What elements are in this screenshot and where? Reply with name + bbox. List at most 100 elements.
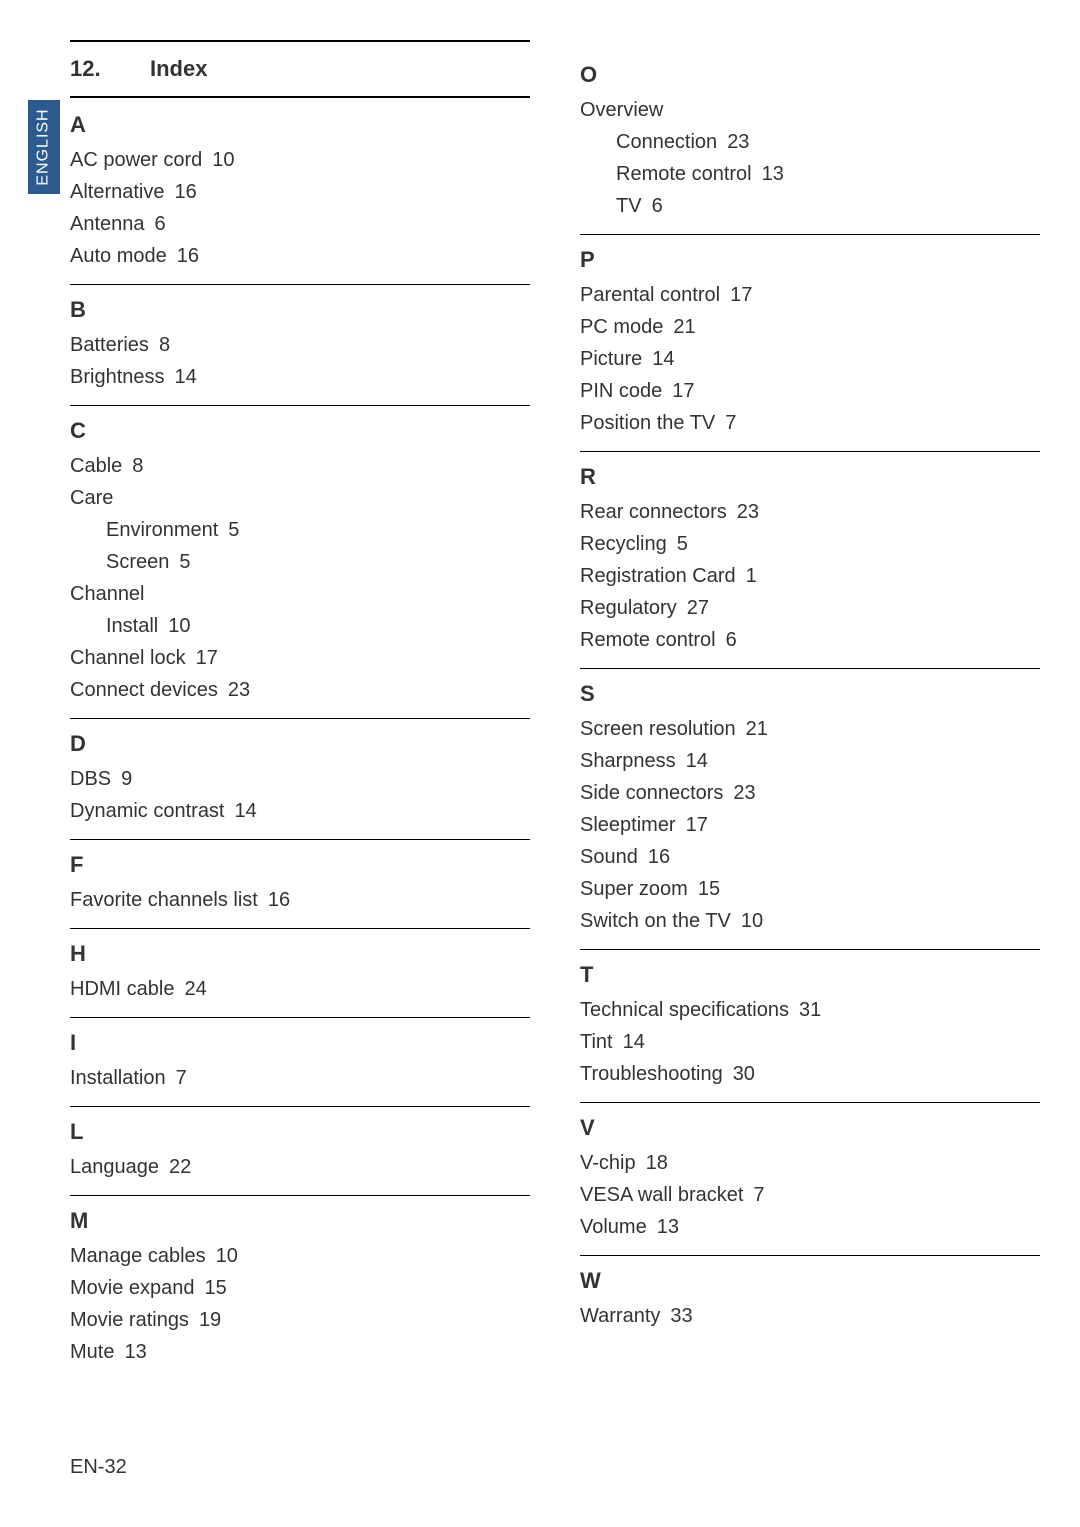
index-term: Sound [580,846,638,868]
index-section: PParental control17PC mode21Picture14PIN… [580,247,1040,452]
page-content: 12. Index A AC power cord10Alternative16 A… [70,40,1040,1392]
index-entry: Parental control 17 [580,279,1040,311]
index-entry: Position the TV7 [580,407,1040,439]
index-page: 6 [726,629,737,651]
index-page: 23 [733,782,755,804]
index-page: 10 [216,1245,238,1267]
index-entry: Favorite channels list16 [70,884,530,916]
index-entry: VESA wall bracket7 [580,1179,1040,1211]
index-term: Screen [106,551,169,573]
index-page: 13 [124,1341,146,1363]
index-page: 7 [725,412,736,434]
index-entry: HDMI cable24 [70,973,530,1005]
index-page: 10 [212,149,234,171]
index-term: Regulatory [580,597,677,619]
index-entry: Warranty33 [580,1300,1040,1332]
index-term: Remote control [616,163,752,185]
index-section: LLanguage22 [70,1119,530,1196]
chapter-title: Index [150,56,207,82]
index-page: 31 [799,999,821,1021]
index-entry: DBS9 [70,763,530,795]
index-entry: Tint 14 [580,1026,1040,1058]
index-page: 7 [176,1067,187,1089]
index-entry: PC mode21 [580,311,1040,343]
index-entry: Screen resolution21 [580,713,1040,745]
index-page: 16 [648,846,670,868]
index-entry: Alternative16 [70,176,530,208]
index-page: 14 [652,348,674,370]
index-section: WWarranty33 [580,1268,1040,1344]
index-section: CCable8CareEnvironment5Screen5ChannelIns… [70,418,530,719]
index-entry: Sleeptimer17 [580,809,1040,841]
index-term: Screen resolution [580,718,736,740]
index-entry: Movie expand15 [70,1272,530,1304]
index-letter: H [70,941,530,967]
index-page: 5 [677,533,688,555]
index-term: Sharpness [580,750,676,772]
index-section: MManage cables10Movie expand15Movie rati… [70,1208,530,1380]
index-subentry: Install10 [70,610,530,642]
chapter-number: 12. [70,56,150,82]
language-tab: ENGLISH [28,100,60,194]
index-page: 23 [228,679,250,701]
index-page: 6 [155,213,166,235]
index-term: Technical specifications [580,999,789,1021]
index-page: 10 [741,910,763,932]
index-term: Care [70,487,113,509]
index-term: Channel lock [70,647,186,669]
index-entry: Connect devices23 [70,674,530,706]
index-section: T Technical specifications 31 Tint 14 Trouble… [580,962,1040,1103]
index-letter: T [580,962,1040,988]
index-term: Tint [580,1031,613,1053]
index-page: 14 [235,800,257,822]
index-letter: B [70,297,530,323]
index-term: Auto mode [70,245,167,267]
index-entry: Switch on the TV10 [580,905,1040,937]
index-term: Environment [106,519,218,541]
index-letter: P [580,247,1040,273]
index-page: 27 [687,597,709,619]
index-page: 17 [672,380,694,402]
index-entry: Regulatory 27 [580,592,1040,624]
index-entry: Sharpness 14 [580,745,1040,777]
index-letter: M [70,1208,530,1234]
index-page: 23 [737,501,759,523]
index-entry: Overview [580,94,1040,126]
index-entry: PIN code17 [580,375,1040,407]
index-term: Movie ratings [70,1309,189,1331]
index-section: H HDMI cable24 [70,941,530,1018]
index-entry: Side connectors23 [580,777,1040,809]
index-entry: Channel [70,578,530,610]
index-page: 8 [132,455,143,477]
index-subentry: Screen5 [70,546,530,578]
index-page: 14 [686,750,708,772]
index-entry: Remote control6 [580,624,1040,656]
index-page: 10 [168,615,190,637]
index-term: Troubleshooting [580,1063,723,1085]
index-section: BBatteries8Brightness14 [70,297,530,406]
index-entry: Installation7 [70,1062,530,1094]
index-term: Parental control [580,284,720,306]
index-page: 14 [175,366,197,388]
index-section: AAC power cord10Alternative16Antenna6Aut… [70,112,530,285]
index-term: Cable [70,455,122,477]
index-page: 17 [730,284,752,306]
index-entry: Technical specifications 31 [580,994,1040,1026]
index-page: 14 [623,1031,645,1053]
index-letter: A [70,112,530,138]
index-page: 8 [159,334,170,356]
index-term: Super zoom [580,878,688,900]
index-page: 17 [196,647,218,669]
index-entry: Rear connectors23 [580,496,1040,528]
index-entry: Cable 8 [70,450,530,482]
index-entry: Registration Card1 [580,560,1040,592]
right-column: OOverviewConnection23Remote control13TV6… [580,40,1040,1392]
index-page: 6 [652,195,663,217]
index-entry: Dynamic contrast14 [70,795,530,827]
index-letter: I [70,1030,530,1056]
index-letter: V [580,1115,1040,1141]
index-subentry: Connection23 [580,126,1040,158]
index-term: Overview [580,99,663,121]
index-section: VV-chip18VESA wall bracket7Volume13 [580,1115,1040,1256]
index-entry: AC power cord10 [70,144,530,176]
